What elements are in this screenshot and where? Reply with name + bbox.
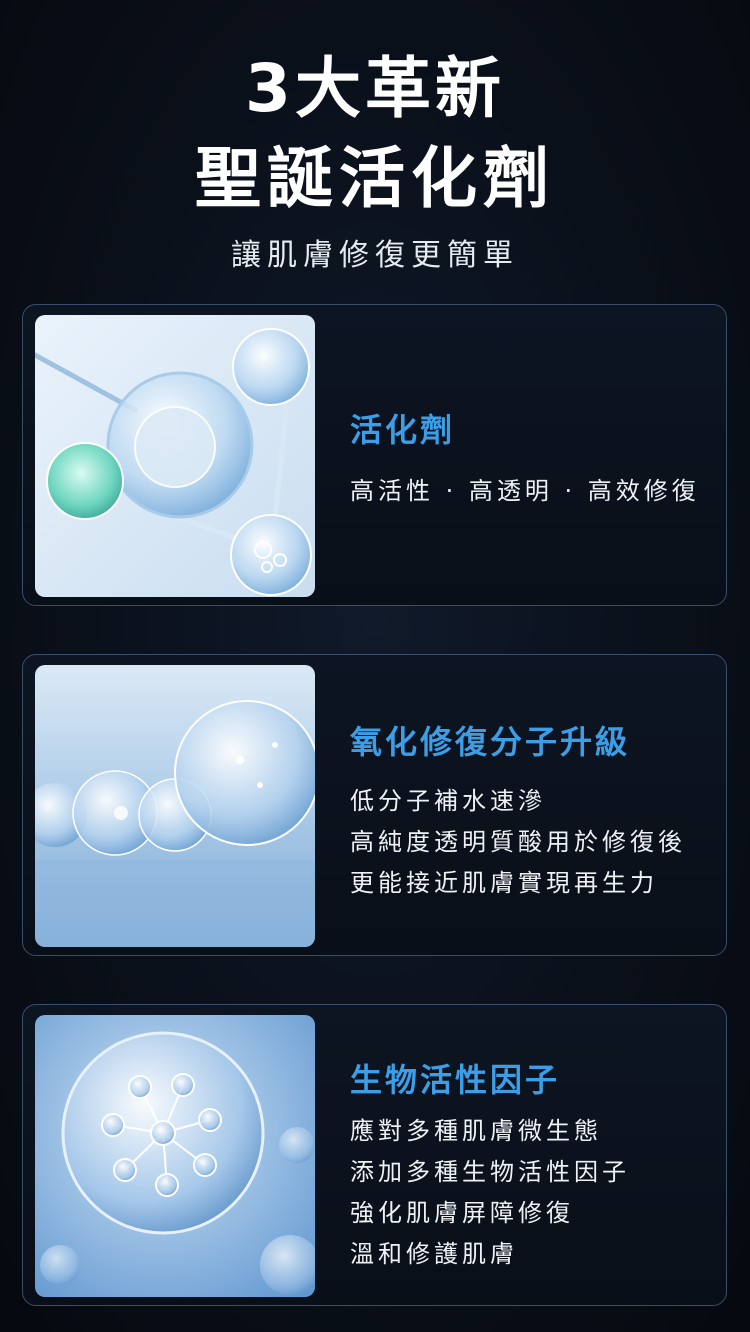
hydrating-bubbles-image <box>35 665 315 947</box>
card-description: 應對多種肌膚微生態 添加多種生物活性因子 強化肌膚屏障修復 溫和修護肌膚 <box>350 1111 630 1275</box>
page-title-line-2: 聖誕活化劑 <box>195 140 555 217</box>
description-line: 高純度透明質酸用於修復後 <box>350 828 686 856</box>
molecule-bubble-image <box>35 1015 315 1297</box>
card-description: 高活性 · 高透明 · 高效修復 <box>350 471 700 512</box>
serum-droplet-spheres-image <box>35 315 315 597</box>
description-line: 強化肌膚屏障修復 <box>350 1199 574 1227</box>
feature-card-bioactive-factor: 生物活性因子 應對多種肌膚微生態 添加多種生物活性因子 強化肌膚屏障修復 溫和修… <box>22 1004 727 1306</box>
card-heading: 氧化修復分子升級 <box>350 723 631 761</box>
page-title-line-1: 3大革新 <box>245 50 505 127</box>
card-heading: 生物活性因子 <box>350 1061 561 1099</box>
page-subtitle: 讓肌膚修復更簡單 <box>231 238 519 273</box>
description-line: 添加多種生物活性因子 <box>350 1158 630 1186</box>
description-line: 高活性 · 高透明 · 高效修復 <box>350 477 700 505</box>
card-heading: 活化劑 <box>350 411 456 449</box>
card-description: 低分子補水速滲 高純度透明質酸用於修復後 更能接近肌膚實現再生力 <box>350 781 686 904</box>
feature-card-activator: 活化劑 高活性 · 高透明 · 高效修復 <box>22 304 727 606</box>
description-line: 低分子補水速滲 <box>350 787 546 815</box>
description-line: 應對多種肌膚微生態 <box>350 1117 602 1145</box>
description-line: 更能接近肌膚實現再生力 <box>350 869 658 897</box>
description-line: 溫和修護肌膚 <box>350 1240 518 1268</box>
feature-card-molecule-upgrade: 氧化修復分子升級 低分子補水速滲 高純度透明質酸用於修復後 更能接近肌膚實現再生… <box>22 654 727 956</box>
